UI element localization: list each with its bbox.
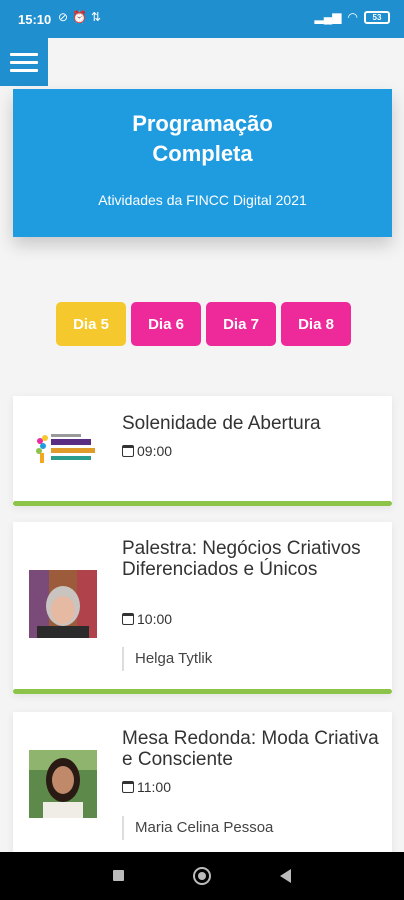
event-card[interactable]: Solenidade de Abertura 09:00 bbox=[13, 396, 392, 506]
calendar-icon bbox=[122, 781, 134, 793]
tab-dia-7[interactable]: Dia 7 bbox=[206, 302, 276, 346]
android-nav-bar bbox=[0, 852, 404, 900]
day-tabs: Dia 5 Dia 6 Dia 7 Dia 8 bbox=[56, 302, 351, 346]
back-icon[interactable] bbox=[280, 869, 291, 883]
battery-icon: 53 bbox=[364, 10, 390, 24]
page-subtitle: Atividades da FINCC Digital 2021 bbox=[98, 192, 307, 208]
status-right: ▂▄▆ ◠ 53 bbox=[315, 10, 390, 24]
blocked-icon: ⊘ bbox=[58, 10, 69, 24]
signal-icon: ▂▄▆ bbox=[314, 10, 342, 24]
data-icon: ⇅ bbox=[91, 10, 102, 24]
event-time-label: 11:00 bbox=[137, 779, 171, 795]
tab-dia-5[interactable]: Dia 5 bbox=[56, 302, 126, 346]
event-time-label: 09:00 bbox=[137, 443, 173, 459]
event-speaker[interactable]: Maria Celina Pessoa bbox=[122, 816, 273, 840]
event-card[interactable]: Mesa Redonda: Moda Criativa e Consciente… bbox=[13, 712, 392, 852]
page-content: Programação Completa Atividades da FINCC… bbox=[0, 38, 404, 852]
event-title: Solenidade de Abertura bbox=[122, 413, 321, 434]
event-time: 09:00 bbox=[122, 443, 172, 459]
event-speaker[interactable]: Helga Tytlik bbox=[122, 647, 212, 671]
event-time-label: 10:00 bbox=[137, 611, 173, 627]
hamburger-menu-icon[interactable] bbox=[0, 38, 48, 86]
event-logo bbox=[33, 427, 97, 469]
home-icon[interactable] bbox=[193, 867, 211, 885]
calendar-icon bbox=[122, 613, 134, 625]
status-left-icons: ⊘ ⏰ ⇅ bbox=[58, 10, 101, 24]
wifi-icon: ◠ bbox=[347, 10, 358, 24]
speaker-photo bbox=[29, 570, 97, 638]
hero-banner: Programação Completa Atividades da FINCC… bbox=[13, 89, 392, 237]
event-title: Palestra: Negócios Criativos Diferenciad… bbox=[122, 538, 361, 580]
status-bar: 15:10 ⊘ ⏰ ⇅ ▂▄▆ ◠ 53 bbox=[0, 0, 404, 38]
event-time: 11:00 bbox=[122, 779, 171, 795]
tab-dia-6[interactable]: Dia 6 bbox=[131, 302, 201, 346]
event-title: Mesa Redonda: Moda Criativa e Consciente bbox=[122, 728, 379, 770]
card-accent-bar bbox=[13, 689, 392, 694]
status-time: 15:10 bbox=[18, 12, 52, 27]
event-card[interactable]: Palestra: Negócios Criativos Diferenciad… bbox=[13, 522, 392, 694]
speaker-photo bbox=[29, 750, 97, 818]
calendar-icon bbox=[122, 445, 134, 457]
page-title: Programação Completa bbox=[132, 111, 273, 166]
event-time: 10:00 bbox=[122, 611, 172, 627]
tab-dia-8[interactable]: Dia 8 bbox=[281, 302, 351, 346]
card-accent-bar bbox=[13, 501, 392, 506]
alarm-icon: ⏰ bbox=[72, 10, 88, 24]
recent-apps-icon[interactable] bbox=[113, 870, 124, 881]
